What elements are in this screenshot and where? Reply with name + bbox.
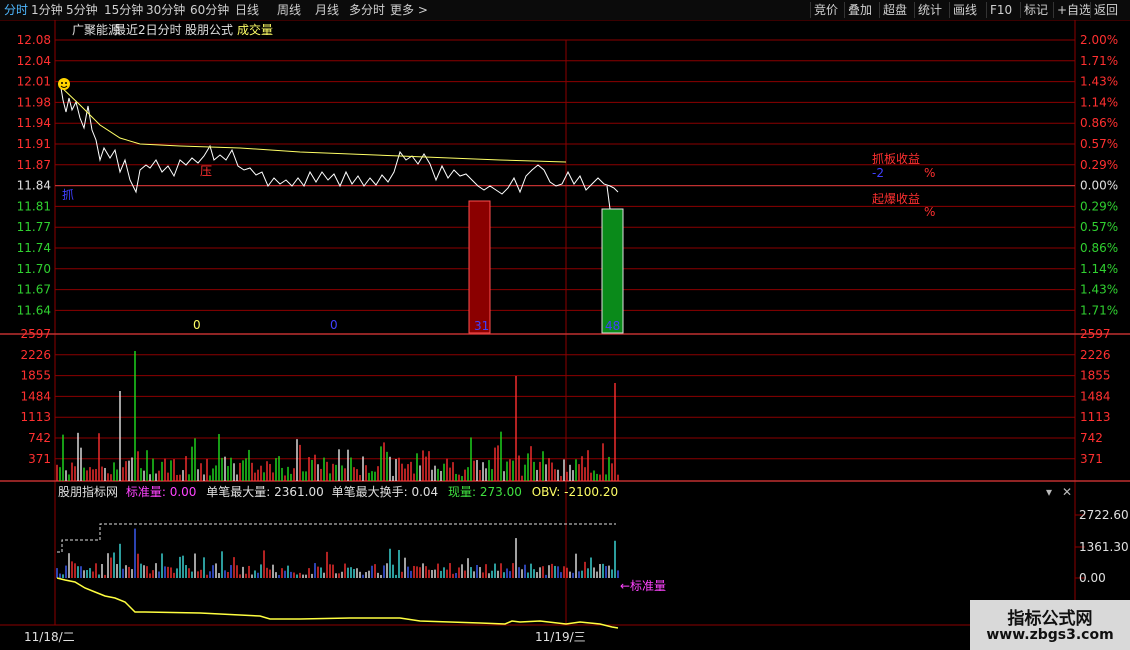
zhuaban-pct: % xyxy=(924,166,936,180)
std-vol-label: 标准量: xyxy=(125,485,166,499)
indicator-panel-header: 股朋指标网 标准量: 0.00 单笔最大量: 2361.00 单笔最大换手: 0… xyxy=(58,485,618,499)
pct-tick-label: 0.57% xyxy=(1080,137,1118,151)
zero-marker-1: 0 xyxy=(193,318,201,332)
ind-axis-label: 2722.60 xyxy=(1079,508,1129,522)
pct-tick-label: 2.00% xyxy=(1080,33,1118,47)
qibao-label: 起爆收益 xyxy=(872,192,921,206)
vol-tick-label: 1484 xyxy=(20,389,51,403)
vol-tick-label: 371 xyxy=(28,452,51,466)
pct-tick-label: 0.57% xyxy=(1080,220,1118,234)
pct-tick-label: 1.14% xyxy=(1080,262,1118,276)
max-volume-dashed-line xyxy=(57,523,616,553)
formula-label: 股朋公式 xyxy=(185,23,234,37)
price-tick-label: 12.08 xyxy=(17,33,51,47)
zero-marker-2: 0 xyxy=(330,318,338,332)
price-tick-label: 11.98 xyxy=(17,95,51,109)
price-tick-label: 11.67 xyxy=(17,283,51,297)
vol-tick-label-right: 1484 xyxy=(1080,389,1111,403)
vol-tick-label-right: 2597 xyxy=(1080,327,1111,341)
price-tick-label: 11.74 xyxy=(17,241,51,255)
panel-close-icon[interactable]: ✕ xyxy=(1062,485,1072,499)
intraday-chart: 12.08 2.00% 12.04 1.71% 12.01 1.43% 11.98 1.14%… xyxy=(0,20,1130,629)
obv-line xyxy=(56,577,619,629)
vol-tick-label: 1113 xyxy=(20,410,51,424)
date-label-1: 11/18/二 xyxy=(24,630,75,644)
average-price-line xyxy=(59,85,567,163)
watermark: 指标公式网 www.zbgs3.com xyxy=(970,600,1130,650)
zhuaban-value: -2 xyxy=(872,166,884,180)
pct-tick-label: 0.29% xyxy=(1080,158,1118,172)
vol-tick-label: 2226 xyxy=(20,348,51,362)
period-label: 最近2日分时 xyxy=(114,23,182,37)
indicator-name: 股朋指标网 xyxy=(58,485,119,499)
date-label-2: 11/19/三 xyxy=(535,630,586,644)
vol-tick-label-right: 1855 xyxy=(1080,369,1111,383)
pct-tick-label: 0.86% xyxy=(1080,241,1118,255)
pct-tick-label: 1.14% xyxy=(1080,95,1118,109)
pct-tick-label: 1.71% xyxy=(1080,303,1118,317)
vol-tick-label-right: 371 xyxy=(1080,452,1103,466)
zhua-marker: 抓 xyxy=(62,188,74,202)
price-tick-label: 11.70 xyxy=(17,262,51,276)
price-tick-label: 11.91 xyxy=(17,137,51,151)
price-tick-label: 11.81 xyxy=(17,199,51,213)
zhuaban-label: 抓板收益 xyxy=(872,152,921,166)
cur-vol-value: 273.00 xyxy=(479,485,522,499)
pct-tick-label: 1.43% xyxy=(1080,283,1118,297)
price-tick-label: 11.94 xyxy=(17,116,51,130)
watermark-url: www.zbgs3.com xyxy=(986,627,1114,643)
panel-dropdown-icon[interactable]: ▾ xyxy=(1046,485,1052,499)
signal-bar-green xyxy=(601,208,624,334)
price-tick xyxy=(606,185,611,210)
watermark-title: 指标公式网 xyxy=(1007,609,1093,629)
ya-marker: 压 xyxy=(200,164,212,178)
smiley-eye xyxy=(65,82,67,84)
std-vol-value: 0.00 xyxy=(169,485,197,499)
signal-label-red: 31 xyxy=(474,319,489,333)
vol-tick-label-right: 2226 xyxy=(1080,348,1111,362)
price-tick-label: 11.77 xyxy=(17,220,51,234)
vol-tick-label-right: 1113 xyxy=(1080,410,1111,424)
smiley-icon xyxy=(58,78,70,90)
max-turn-value: 0.04 xyxy=(411,485,439,499)
pct-tick-label: 0.00% xyxy=(1080,179,1118,193)
vol-tick-label: 742 xyxy=(28,431,51,445)
price-tick-label: 11.87 xyxy=(17,158,51,172)
price-tick-label: 12.04 xyxy=(17,54,51,68)
ind-axis-label: 0.00 xyxy=(1079,571,1106,585)
price-tick-label: 12.01 xyxy=(17,75,51,89)
pct-tick-label: 0.86% xyxy=(1080,116,1118,130)
qibao-pct: % xyxy=(924,205,936,219)
indicator-label[interactable]: 成交量 xyxy=(237,23,273,37)
pct-tick-label: 0.29% xyxy=(1080,199,1118,213)
pct-tick-label: 1.71% xyxy=(1080,54,1118,68)
price-tick-label: 11.64 xyxy=(17,303,51,317)
obv-value: -2100.20 xyxy=(564,485,619,499)
max-vol-label: 单笔最大量: xyxy=(206,485,271,499)
vol-tick-label: 2597 xyxy=(20,327,51,341)
max-turn-label: 单笔最大换手: xyxy=(331,485,408,499)
vol-tick-label: 1855 xyxy=(20,369,51,383)
price-line xyxy=(59,81,619,195)
max-vol-value: 2361.00 xyxy=(274,485,324,499)
stock-name: 广聚能源 xyxy=(72,23,121,37)
vol-tick-label-right: 742 xyxy=(1080,431,1103,445)
signal-label-green: 48 xyxy=(605,319,620,333)
price-tick-label: 11.84 xyxy=(17,179,51,193)
smiley-eye xyxy=(61,82,63,84)
std-vol-arrow: ←标准量 xyxy=(620,579,667,593)
pct-tick-label: 1.43% xyxy=(1080,75,1118,89)
obv-label: OBV: xyxy=(531,485,561,499)
signal-bar-red xyxy=(468,200,491,334)
cur-vol-label: 现量: xyxy=(448,485,477,499)
ind-axis-label: 1361.30 xyxy=(1079,540,1129,554)
